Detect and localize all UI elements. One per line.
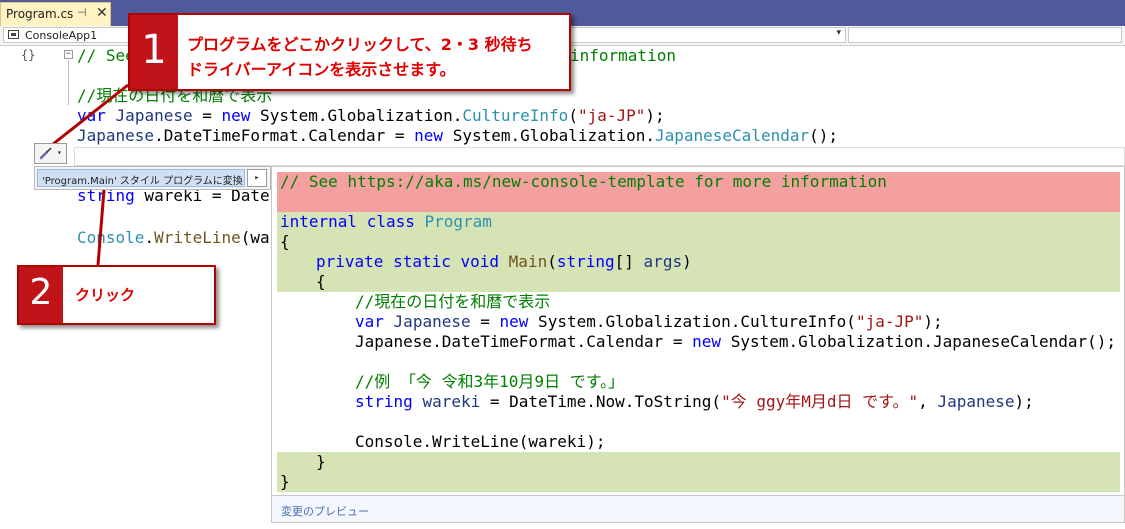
screwdriver-icon [38, 145, 54, 165]
preview-line-1: // See https://aka.ms/new-console-templa… [280, 172, 887, 191]
preview-line-6: //現在の日付を和暦で表示 [355, 292, 551, 311]
step-number: 1 [130, 15, 178, 89]
callout-2-pointer [96, 189, 106, 266]
step-number: 2 [19, 267, 63, 323]
chevron-down-icon: ▾ [57, 148, 62, 157]
preview-line-2: internal class Program [280, 212, 492, 231]
preview-line-4: private static void Main(string[] args) [316, 252, 692, 271]
submenu-arrow-icon[interactable]: ▸ [247, 169, 267, 187]
preview-line-5: { [316, 272, 326, 291]
callout-2-text: クリック [75, 286, 136, 304]
callout-step-1: 1 プログラムをどこかクリックして、2・3 秒待ち ドライバーアイコンを表示させ… [128, 13, 571, 91]
preview-line-11: Console.WriteLine(wareki); [355, 432, 606, 451]
added-lines-band-bottom [277, 452, 1120, 492]
callout-1-line2: ドライバーアイコンを表示させます。 [187, 60, 456, 79]
preview-changes-link[interactable]: 変更のプレビュー [271, 495, 1125, 523]
callout-1-pointer [47, 83, 129, 150]
preview-line-3: { [280, 232, 290, 251]
preview-line-9: //例 「今 令和3年10月9日 です。」 [355, 372, 625, 391]
change-preview-pane: // See https://aka.ms/new-console-templa… [271, 166, 1125, 523]
quick-actions-menu: 'Program.Main' スタイル プログラムに変換 ▸ [34, 166, 271, 190]
callout-1-line1: プログラムをどこかクリックして、2・3 秒待ち [187, 35, 533, 54]
preview-line-7: var Japanese = new System.Globalization.… [355, 312, 943, 331]
quick-actions-button[interactable]: ▾ [34, 143, 67, 164]
callout-step-2: 2 クリック [17, 265, 216, 325]
preview-line-12: } [316, 452, 326, 471]
preview-line-8: Japanese.DateTimeFormat.Calendar = new S… [355, 332, 1117, 351]
convert-to-program-main-item[interactable]: 'Program.Main' スタイル プログラムに変換 [37, 169, 245, 187]
preview-line-10: string wareki = DateTime.Now.ToString("今… [355, 392, 1034, 411]
preview-line-13: } [280, 472, 290, 491]
